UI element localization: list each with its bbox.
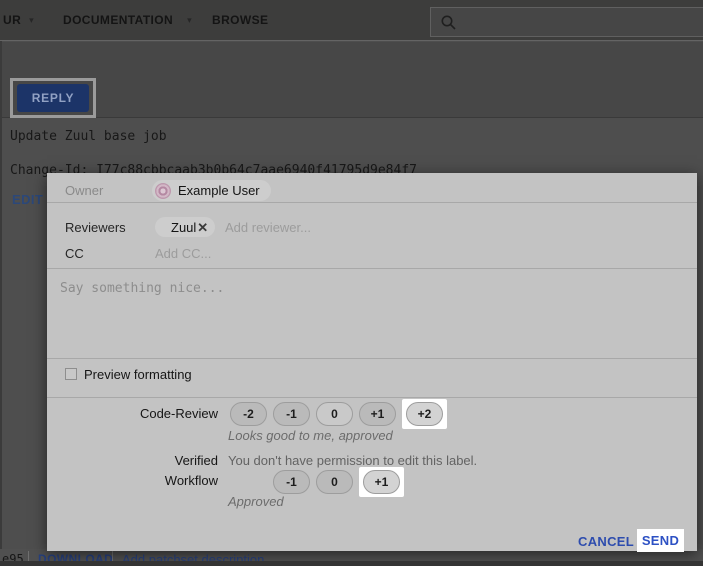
search-icon <box>440 14 457 31</box>
workflow-minus1-button[interactable]: -1 <box>273 470 310 494</box>
divider <box>47 202 697 203</box>
top-nav-bar: UR ▾ DOCUMENTATION ▾ BROWSE <box>0 0 703 41</box>
code-review-minus1-button[interactable]: -1 <box>273 402 310 426</box>
workflow-description: Approved <box>228 494 284 509</box>
nav-item-documentation[interactable]: DOCUMENTATION ▾ <box>63 0 192 40</box>
page-bottom-edge <box>0 561 703 566</box>
code-review-label: Code-Review <box>47 406 218 421</box>
reply-highlight-frame: REPLY <box>10 78 96 118</box>
code-review-buttons: -2 -1 0 +1 +2 <box>230 399 447 429</box>
divider <box>47 397 697 398</box>
remove-reviewer-icon[interactable]: ✕ <box>197 221 208 234</box>
nav-item-label: UR <box>3 13 21 27</box>
workflow-zero-button[interactable]: 0 <box>316 470 353 494</box>
add-reviewer-input[interactable] <box>225 217 445 237</box>
cancel-button[interactable]: CANCEL <box>578 534 634 549</box>
nav-item-label: DOCUMENTATION <box>63 13 173 27</box>
highlight-box: +2 <box>402 399 447 429</box>
caret-down-icon: ▾ <box>29 15 34 26</box>
nav-item-label: BROWSE <box>212 13 268 27</box>
reply-message-textarea[interactable] <box>47 269 697 357</box>
send-button[interactable]: SEND <box>642 533 679 548</box>
code-review-plus1-button[interactable]: +1 <box>359 402 396 426</box>
code-review-zero-button[interactable]: 0 <box>316 402 353 426</box>
page-left-edge <box>0 41 2 566</box>
add-cc-input[interactable] <box>155 243 375 263</box>
workflow-plus1-button[interactable]: +1 <box>363 470 400 494</box>
gerrit-change-screen: UR ▾ DOCUMENTATION ▾ BROWSE REPLY Update… <box>0 0 703 566</box>
avatar-icon <box>155 183 171 199</box>
preview-formatting-checkbox[interactable] <box>65 368 77 380</box>
cc-label: CC <box>65 246 84 261</box>
code-review-minus2-button[interactable]: -2 <box>230 402 267 426</box>
workflow-buttons: -1 0 +1 <box>273 467 404 497</box>
owner-name: Example User <box>178 183 260 198</box>
code-review-plus2-button[interactable]: +2 <box>406 402 443 426</box>
workflow-label: Workflow <box>47 473 218 488</box>
owner-label: Owner <box>65 183 103 198</box>
reply-dialog: Owner Example User Reviewers Zuul ✕ CC P… <box>47 173 697 551</box>
search-box[interactable] <box>430 7 703 37</box>
send-highlight-box: SEND <box>637 529 684 552</box>
verified-permission-text: You don't have permission to edit this l… <box>228 453 477 468</box>
divider <box>47 358 697 359</box>
nav-item-your[interactable]: UR ▾ <box>3 0 34 40</box>
search-input[interactable] <box>465 15 703 30</box>
owner-chip[interactable]: Example User <box>152 180 271 201</box>
edit-link[interactable]: EDIT <box>12 192 43 207</box>
caret-down-icon: ▾ <box>187 15 192 26</box>
nav-item-browse[interactable]: BROWSE <box>212 0 268 40</box>
change-actions-strip: REPLY <box>0 42 703 118</box>
reviewer-chip[interactable]: Zuul ✕ <box>155 217 215 237</box>
code-review-description: Looks good to me, approved <box>228 428 393 443</box>
reviewers-label: Reviewers <box>65 220 126 235</box>
verified-label: Verified <box>47 453 218 468</box>
highlight-box: +1 <box>359 467 404 497</box>
preview-formatting-label: Preview formatting <box>84 367 192 382</box>
reply-button[interactable]: REPLY <box>17 84 89 112</box>
reviewer-name: Zuul <box>171 220 196 235</box>
commit-subject: Update Zuul base job <box>10 129 167 144</box>
